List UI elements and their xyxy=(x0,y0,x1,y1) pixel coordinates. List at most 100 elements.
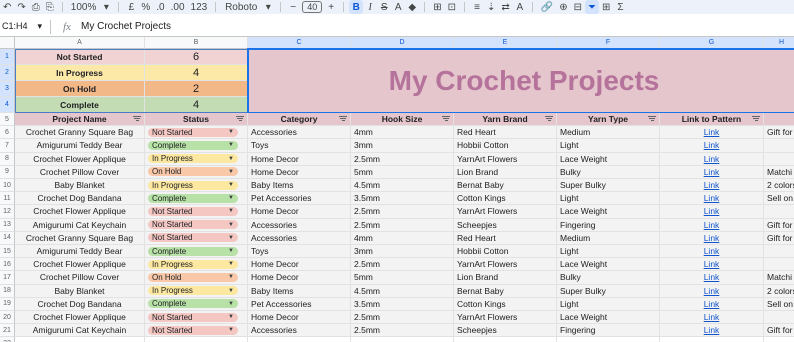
notes-cell[interactable]: 2 colors xyxy=(764,179,794,193)
row-header-1[interactable]: 1 xyxy=(0,49,15,65)
redo-icon[interactable]: ↷ xyxy=(14,0,28,14)
project-name-cell[interactable]: Baby Blanket xyxy=(15,284,145,298)
category-cell[interactable]: Pet Accessories xyxy=(248,192,351,206)
hook-size-cell[interactable]: 3mm xyxy=(351,139,454,153)
hook-size-cell[interactable]: 3.5mm xyxy=(351,297,454,311)
filter-icon[interactable] xyxy=(339,116,347,122)
percent-icon[interactable]: % xyxy=(138,0,153,14)
empty-cell[interactable] xyxy=(145,337,248,342)
status-cell[interactable]: Complete ▼ xyxy=(145,192,248,206)
status-dropdown[interactable]: On Hold ▼ xyxy=(148,272,238,282)
notes-cell[interactable] xyxy=(764,258,794,272)
status-dropdown[interactable]: Not Started ▼ xyxy=(148,312,238,322)
column-title[interactable]: Category xyxy=(248,113,351,127)
name-box[interactable]: C1:H4 ▾ xyxy=(0,21,46,32)
pattern-link[interactable]: Link xyxy=(704,325,720,335)
status-cell[interactable]: In Progress ▼ xyxy=(145,258,248,272)
status-dropdown[interactable]: In Progress ▼ xyxy=(148,286,238,296)
category-cell[interactable]: Pet Accessories xyxy=(248,297,351,311)
filter-icon[interactable] xyxy=(442,116,450,122)
pattern-link-cell[interactable]: Link xyxy=(660,324,764,338)
project-name-cell[interactable]: Amigurumi Cat Keychain xyxy=(15,218,145,232)
formula-input[interactable]: My Crochet Projects xyxy=(81,21,171,32)
notes-cell[interactable]: Matchi xyxy=(764,165,794,179)
category-cell[interactable]: Toys xyxy=(248,245,351,259)
hook-size-cell[interactable]: 3.5mm xyxy=(351,192,454,206)
pattern-link[interactable]: Link xyxy=(704,272,720,282)
insert-chart-icon[interactable]: ⊟ xyxy=(571,0,585,14)
row-header-19[interactable]: 19 xyxy=(0,297,15,311)
yarn-type-cell[interactable]: Lace Weight xyxy=(557,152,660,166)
yarn-brand-cell[interactable]: Lion Brand xyxy=(454,271,557,285)
column-title[interactable]: Hook Size xyxy=(351,113,454,127)
project-name-cell[interactable]: Amigurumi Teddy Bear xyxy=(15,245,145,259)
hook-size-cell[interactable]: 5mm xyxy=(351,165,454,179)
category-cell[interactable]: Accessories xyxy=(248,231,351,245)
filter-icon[interactable] xyxy=(545,116,553,122)
pattern-link-cell[interactable]: Link xyxy=(660,218,764,232)
status-cell[interactable]: On Hold ▼ xyxy=(145,165,248,179)
status-dropdown[interactable]: Complete ▼ xyxy=(148,140,238,150)
pattern-link-cell[interactable]: Link xyxy=(660,245,764,259)
print-icon[interactable]: ⎙ xyxy=(29,0,43,14)
pattern-link[interactable]: Link xyxy=(704,286,720,296)
column-header-e[interactable]: E xyxy=(454,37,557,49)
yarn-type-cell[interactable]: Medium xyxy=(557,231,660,245)
status-cell[interactable]: Not Started ▼ xyxy=(145,126,248,140)
project-name-cell[interactable]: Crochet Flower Applique xyxy=(15,152,145,166)
pattern-link[interactable]: Link xyxy=(704,259,720,269)
column-header-h[interactable]: H xyxy=(764,37,794,49)
column-title[interactable]: Project Name xyxy=(15,113,145,127)
row-header-13[interactable]: 13 xyxy=(0,218,15,232)
row-header-14[interactable]: 14 xyxy=(0,231,15,245)
status-dropdown[interactable]: Not Started ▼ xyxy=(148,127,238,137)
paint-format-icon[interactable]: ⎘ xyxy=(43,0,57,14)
yarn-type-cell[interactable]: Light xyxy=(557,297,660,311)
pattern-link-cell[interactable]: Link xyxy=(660,126,764,140)
pattern-link[interactable]: Link xyxy=(704,233,720,243)
increase-decimal-icon[interactable]: .00 xyxy=(168,0,188,14)
column-header-d[interactable]: D xyxy=(351,37,454,49)
hook-size-cell[interactable]: 4.5mm xyxy=(351,284,454,298)
zoom-chevron-icon[interactable]: ▾ xyxy=(99,0,113,14)
empty-cell[interactable] xyxy=(15,337,145,342)
column-header-f[interactable]: F xyxy=(557,37,660,49)
category-cell[interactable]: Home Decor xyxy=(248,205,351,219)
status-dropdown[interactable]: Not Started ▼ xyxy=(148,325,238,335)
text-wrap-icon[interactable]: ⇄ xyxy=(498,0,512,14)
font-size-input[interactable]: 40 xyxy=(302,1,323,13)
project-name-cell[interactable]: Crochet Granny Square Bag xyxy=(15,231,145,245)
sheet-title[interactable]: My Crochet Projects xyxy=(248,49,794,113)
status-dropdown[interactable]: Not Started ▼ xyxy=(148,220,238,230)
notes-cell[interactable]: Gift for xyxy=(764,218,794,232)
row-header-8[interactable]: 8 xyxy=(0,152,15,166)
yarn-type-cell[interactable]: Medium xyxy=(557,126,660,140)
project-name-cell[interactable]: Crochet Flower Applique xyxy=(15,311,145,325)
pattern-link-cell[interactable]: Link xyxy=(660,165,764,179)
vertical-align-icon[interactable]: ⇣ xyxy=(484,0,498,14)
yarn-type-cell[interactable]: Light xyxy=(557,192,660,206)
bold-button[interactable]: B xyxy=(349,0,364,14)
notes-cell[interactable] xyxy=(764,311,794,325)
row-header-11[interactable]: 11 xyxy=(0,192,15,206)
notes-cell[interactable] xyxy=(764,245,794,259)
row-header-17[interactable]: 17 xyxy=(0,271,15,285)
pattern-link[interactable]: Link xyxy=(704,299,720,309)
pattern-link-cell[interactable]: Link xyxy=(660,231,764,245)
notes-cell[interactable] xyxy=(764,139,794,153)
yarn-brand-cell[interactable]: Red Heart xyxy=(454,231,557,245)
status-cell[interactable]: Complete ▼ xyxy=(145,245,248,259)
filter-icon[interactable] xyxy=(648,116,656,122)
hook-size-cell[interactable]: 2.5mm xyxy=(351,258,454,272)
italic-button[interactable]: I xyxy=(363,0,377,14)
project-name-cell[interactable]: Amigurumi Teddy Bear xyxy=(15,139,145,153)
yarn-type-cell[interactable]: Light xyxy=(557,245,660,259)
row-header-15[interactable]: 15 xyxy=(0,245,15,259)
decrease-font-size-icon[interactable]: − xyxy=(286,0,300,14)
empty-cell[interactable] xyxy=(557,337,660,342)
pattern-link[interactable]: Link xyxy=(704,154,720,164)
status-dropdown[interactable]: Complete ▼ xyxy=(148,246,238,256)
notes-cell[interactable]: Gift for xyxy=(764,231,794,245)
yarn-brand-cell[interactable]: Cotton Kings xyxy=(454,192,557,206)
status-dropdown[interactable]: On Hold ▼ xyxy=(148,167,238,177)
